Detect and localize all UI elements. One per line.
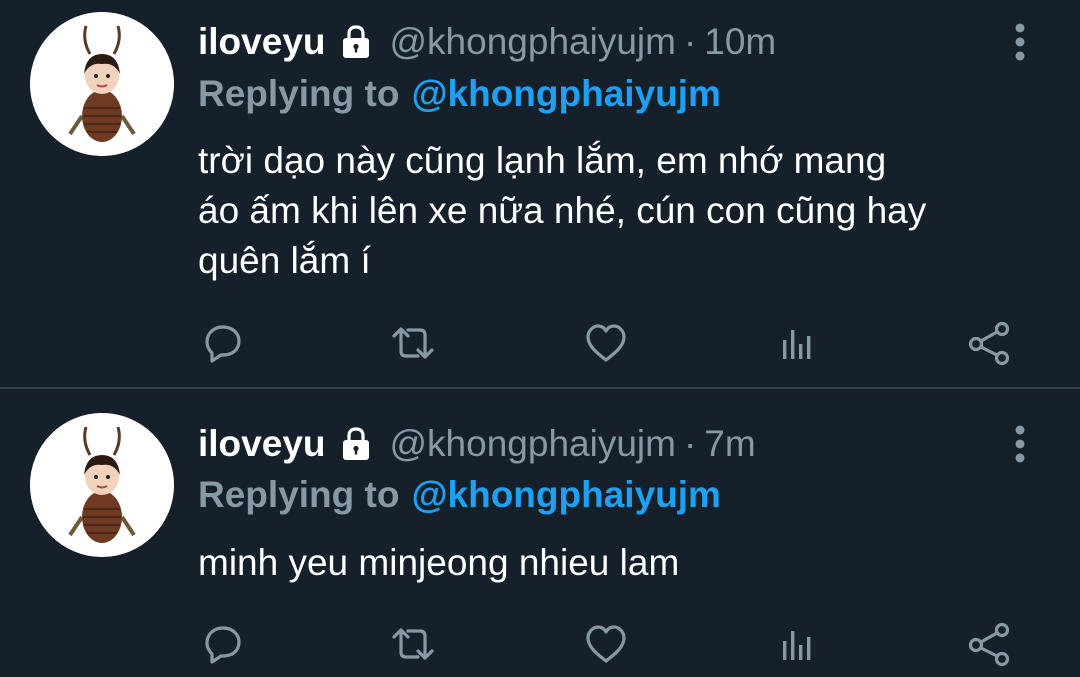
handle[interactable]: @khongphaiyujm — [390, 423, 676, 465]
like-icon[interactable] — [583, 621, 629, 667]
display-name[interactable]: iloveyu — [198, 423, 326, 465]
tweet[interactable]: iloveyu @khongphaiyujm · 10m Replying to… — [0, 0, 1080, 389]
replying-label: Replying to — [198, 474, 400, 515]
retweet-icon[interactable] — [390, 320, 436, 366]
like-icon[interactable] — [583, 320, 629, 366]
tweet[interactable]: iloveyu @khongphaiyujm · 7m Replying to @… — [0, 389, 1080, 677]
analytics-icon[interactable] — [775, 621, 821, 667]
tweet-text-line: quên lắm í — [198, 240, 371, 281]
replying-to: Replying to @khongphaiyujm — [198, 471, 721, 519]
more-options-icon[interactable] — [1008, 18, 1032, 66]
tweet-text-line: áo ấm khi lên xe nữa nhé, cún con cũng h… — [198, 190, 927, 231]
tweet-text-line: minh yeu minjeong nhieu lam — [198, 542, 680, 583]
reply-icon[interactable] — [200, 320, 246, 366]
analytics-icon[interactable] — [775, 320, 821, 366]
replying-label: Replying to — [198, 73, 400, 114]
action-bar — [200, 621, 1020, 667]
separator-dot: · — [683, 21, 697, 62]
timestamp[interactable]: 10m — [704, 21, 776, 63]
mention-link[interactable]: @khongphaiyujm — [411, 474, 720, 515]
tweet-text-line: trời dạo này cũng lạnh lắm, em nhớ mang — [198, 140, 887, 181]
timestamp[interactable]: 7m — [704, 423, 755, 465]
share-icon[interactable] — [967, 320, 1013, 366]
avatar[interactable] — [30, 12, 174, 156]
tweet-header: iloveyu @khongphaiyujm · 7m — [198, 420, 756, 468]
tweet-text: trời dạo này cũng lạnh lắm, em nhớ mang … — [198, 136, 1058, 286]
display-name[interactable]: iloveyu — [198, 21, 326, 63]
avatar-image — [30, 12, 174, 156]
tweet-header: iloveyu @khongphaiyujm · 10m — [198, 18, 776, 66]
tweet-text: minh yeu minjeong nhieu lam — [198, 538, 1058, 588]
retweet-icon[interactable] — [390, 621, 436, 667]
replying-to: Replying to @khongphaiyujm — [198, 70, 721, 118]
handle[interactable]: @khongphaiyujm — [390, 21, 676, 63]
lock-icon — [336, 22, 376, 62]
avatar-image — [30, 413, 174, 557]
action-bar — [200, 320, 1020, 366]
more-options-icon[interactable] — [1008, 420, 1032, 468]
share-icon[interactable] — [967, 621, 1013, 667]
avatar[interactable] — [30, 413, 174, 557]
reply-icon[interactable] — [200, 621, 246, 667]
lock-icon — [336, 424, 376, 464]
separator-dot: · — [683, 423, 697, 464]
mention-link[interactable]: @khongphaiyujm — [411, 73, 720, 114]
